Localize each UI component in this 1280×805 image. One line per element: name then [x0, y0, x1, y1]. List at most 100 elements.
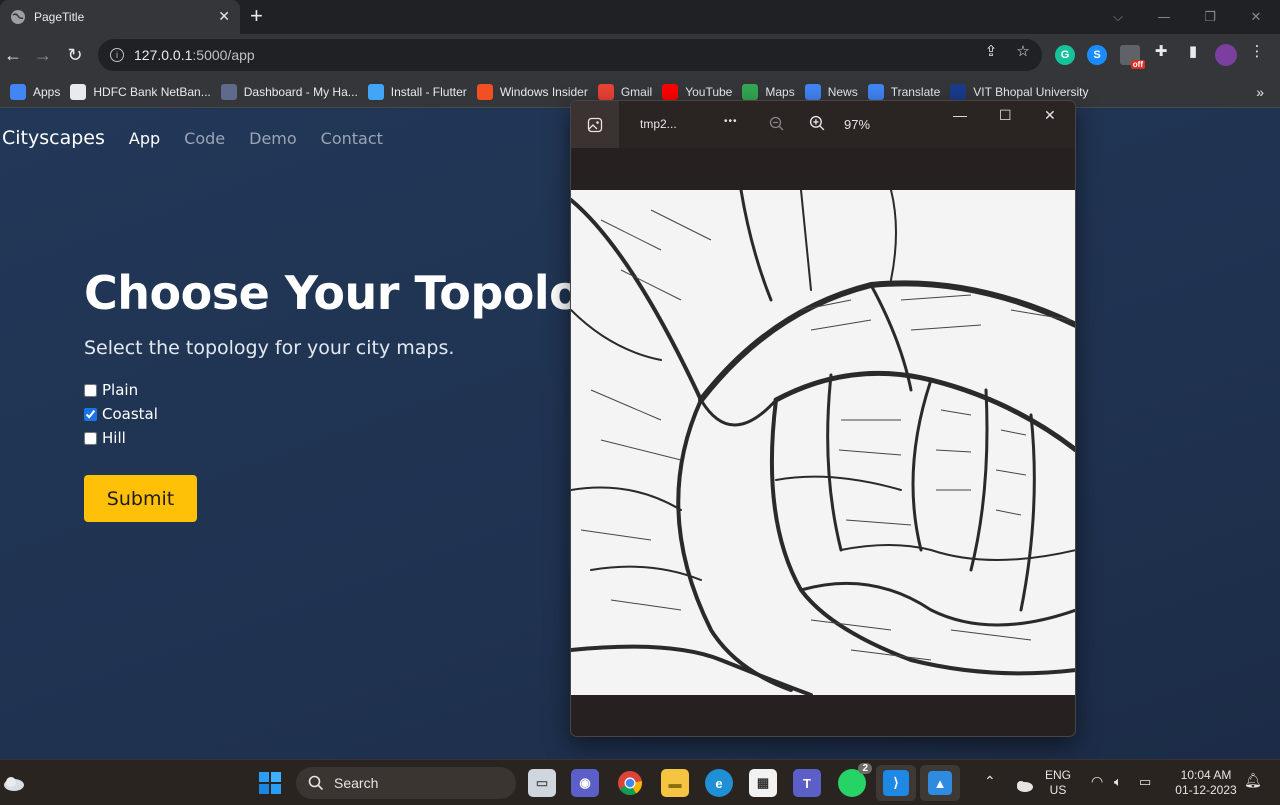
shazam-extension-icon[interactable]: S — [1087, 45, 1107, 65]
nav-link-code[interactable]: Code — [184, 129, 225, 148]
grammarly-extension-icon[interactable]: G — [1055, 45, 1075, 65]
bookmark-label: Apps — [33, 84, 61, 99]
notification-badge: 2 — [858, 763, 872, 774]
image-gallery-icon[interactable] — [571, 101, 619, 148]
bookmark-label: HDFC Bank NetBan... — [93, 84, 211, 99]
address-bar[interactable]: i 127.0.0.1:5000/app — [98, 39, 1042, 71]
hill-checkbox[interactable] — [84, 431, 97, 445]
nav-link-demo[interactable]: Demo — [249, 129, 297, 148]
page-title: Choose Your Topology — [84, 266, 643, 320]
bookmark-item[interactable]: Windows Insider — [476, 83, 588, 100]
option-label: Plain — [102, 381, 139, 399]
tab-title: PageTitle — [34, 10, 85, 24]
onedrive-cloud-icon[interactable] — [1010, 771, 1038, 799]
youtube-icon — [662, 83, 679, 100]
region-code: US — [1049, 783, 1067, 797]
extension-off-icon[interactable]: off — [1120, 45, 1145, 69]
nav-link-contact[interactable]: Contact — [321, 129, 383, 148]
file-explorer-icon[interactable]: ▬ — [661, 769, 689, 797]
option-coastal[interactable]: Coastal — [84, 405, 158, 423]
bookmark-item[interactable]: Install - Flutter — [367, 83, 467, 100]
profile-avatar[interactable] — [1215, 44, 1237, 66]
tab-search-icon[interactable]: ⌵ — [1095, 0, 1141, 34]
volume-icon[interactable]: 🔈︎ — [1114, 774, 1122, 789]
bookmark-item[interactable]: Translate — [867, 83, 940, 100]
menu-kebab-icon[interactable]: ⋮ — [1248, 42, 1266, 60]
taskbar-search[interactable]: Search — [296, 767, 516, 799]
bookmark-label: Dashboard - My Ha... — [243, 84, 358, 99]
forward-button[interactable]: → — [32, 44, 54, 66]
coastal-checkbox[interactable] — [84, 407, 97, 421]
vscode-icon[interactable]: ⟩ — [876, 765, 916, 801]
reload-button[interactable]: ↻ — [64, 44, 86, 66]
viewer-close-button[interactable]: ✕ — [1044, 107, 1056, 124]
share-icon[interactable]: ⇪ — [982, 42, 1000, 60]
search-label: Search — [334, 775, 379, 791]
back-button[interactable]: ← — [2, 44, 24, 66]
language-indicator[interactable]: ENG US — [1045, 768, 1071, 798]
file-name: tmp2... — [640, 117, 677, 131]
edge-icon[interactable]: e — [705, 769, 733, 797]
bookmark-item[interactable]: YouTube — [662, 83, 733, 100]
side-panel-icon[interactable]: ▮ — [1184, 42, 1202, 60]
bookmark-item[interactable]: Maps — [742, 83, 795, 100]
browser-tab-strip: PageTitle ✕ + ⌵ — ❐ ✕ — [0, 0, 1280, 34]
page-subtitle: Select the topology for your city maps. — [84, 337, 455, 359]
bookmark-label: Maps — [765, 84, 795, 99]
bookmark-label: Install - Flutter — [390, 84, 467, 99]
clock[interactable]: 10:04 AM 01-12-2023 — [1170, 768, 1242, 798]
language-code: ENG — [1045, 768, 1072, 782]
nav-link-app[interactable]: App — [129, 129, 160, 148]
more-options-icon[interactable]: ••• — [724, 116, 738, 127]
bookmark-item[interactable]: Apps — [10, 83, 61, 100]
bookmark-label: VIT Bhopal University — [973, 84, 1089, 99]
bookmark-star-icon[interactable]: ☆ — [1014, 42, 1032, 60]
zoom-in-icon[interactable] — [809, 115, 826, 132]
viewer-maximize-button[interactable]: ☐ — [999, 107, 1012, 124]
microsoft-store-icon[interactable]: ▦ — [749, 769, 777, 797]
teams-icon[interactable]: T — [793, 769, 821, 797]
bookmark-item[interactable]: Dashboard - My Ha... — [220, 83, 358, 100]
clock-date: 01-12-2023 — [1175, 783, 1237, 797]
zoom-out-icon[interactable] — [769, 116, 785, 132]
browser-tab[interactable]: PageTitle ✕ — [0, 0, 240, 34]
bookmark-item[interactable]: News — [804, 83, 858, 100]
university-icon — [950, 83, 967, 100]
notification-bell-icon[interactable]: 🔔︎ — [1244, 773, 1262, 788]
show-hidden-icons-chevron[interactable]: ⌃ — [984, 774, 996, 789]
site-info-icon[interactable]: i — [110, 48, 124, 62]
photos-app-icon[interactable]: ▲ — [920, 765, 960, 801]
bookmark-label: YouTube — [685, 84, 733, 99]
windows-start-icon[interactable] — [256, 769, 284, 797]
whatsapp-icon[interactable]: 2 — [838, 763, 872, 797]
site-brand[interactable]: Cityscapes — [2, 127, 105, 149]
submit-button[interactable]: Submit — [84, 475, 197, 522]
teams-chat-icon[interactable]: ◉ — [571, 769, 599, 797]
bookmarks-more-button[interactable]: » — [1256, 84, 1264, 100]
bookmark-label: Gmail — [620, 84, 653, 99]
option-plain[interactable]: Plain — [84, 381, 138, 399]
bookmark-item[interactable]: HDFC Bank NetBan... — [70, 83, 211, 100]
bookmark-item[interactable]: Gmail — [597, 83, 653, 100]
windows-icon — [476, 83, 493, 100]
bookmark-item[interactable]: VIT Bhopal University — [950, 83, 1089, 100]
wifi-icon[interactable]: ◠ — [1091, 774, 1103, 789]
maps-icon — [742, 83, 759, 100]
viewer-minimize-button[interactable]: — — [953, 107, 967, 123]
close-window-button[interactable]: ✕ — [1233, 0, 1279, 34]
plain-checkbox[interactable] — [84, 383, 97, 397]
task-view-icon[interactable]: ▭ — [528, 769, 556, 797]
city-map-image — [571, 190, 1075, 695]
tab-close-icon[interactable]: ✕ — [218, 9, 230, 25]
option-hill[interactable]: Hill — [84, 429, 126, 447]
weather-widget-icon[interactable] — [0, 769, 28, 797]
photo-viewer-window: tmp2... ••• 97% — ☐ ✕ — [570, 100, 1076, 737]
option-label: Hill — [102, 429, 126, 447]
new-tab-button[interactable]: + — [250, 5, 263, 27]
battery-icon[interactable]: ▭ — [1139, 774, 1151, 789]
photo-viewer-titlebar: tmp2... ••• 97% — ☐ ✕ — [571, 101, 1075, 148]
minimize-button[interactable]: — — [1141, 0, 1187, 34]
chrome-icon[interactable] — [616, 769, 644, 797]
restore-button[interactable]: ❐ — [1187, 0, 1233, 34]
extensions-puzzle-icon[interactable]: ✚ — [1152, 42, 1170, 60]
